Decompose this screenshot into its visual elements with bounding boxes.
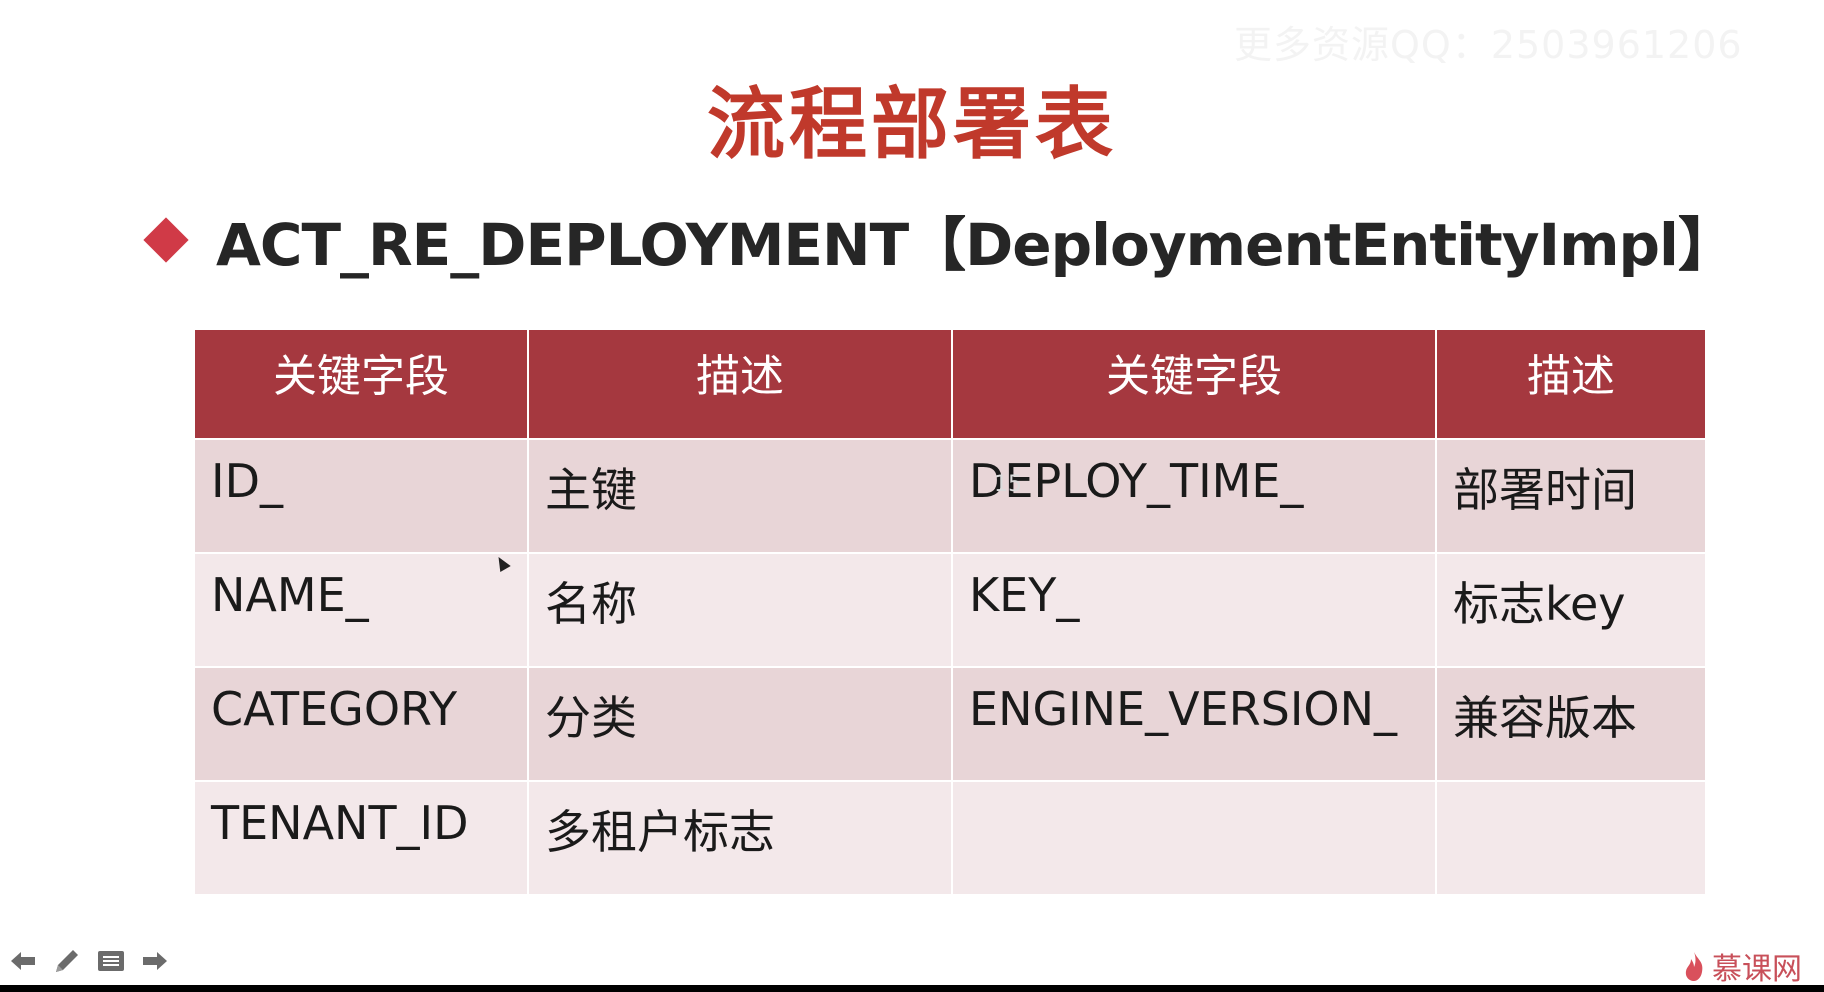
field-desc-cell: 标志key (1435, 552, 1707, 668)
field-name-cell: DEPLOY_TIME_ (951, 438, 1437, 554)
field-name-cell (951, 780, 1437, 896)
field-name-cell: NAME_ (193, 552, 529, 668)
menu-icon[interactable] (96, 946, 126, 976)
field-name-cell: ID_ (193, 438, 529, 554)
flame-icon (1685, 952, 1703, 981)
table-header-row: 关键字段 描述 关键字段 描述 (193, 328, 1707, 440)
header-description-2: 描述 (1435, 328, 1707, 440)
arrow-left-icon[interactable] (8, 946, 38, 976)
slide-title: 流程部署表 (706, 80, 1117, 170)
slide-canvas: 更多资源QQ：2503961206 流程部署表 ACT_RE_DEPLOYMEN… (0, 0, 1824, 992)
arrow-right-icon[interactable] (140, 946, 170, 976)
fields-table: 关键字段 描述 关键字段 描述 ID_ 主键 DEPLOY_TIME_ 部署时间… (193, 328, 1707, 896)
field-name-cell: CATEGORY (193, 666, 529, 782)
field-desc-cell: 名称 (527, 552, 953, 668)
page-number-ghost: 15 (994, 472, 1022, 497)
table-row: CATEGORY 分类 ENGINE_VERSION_ 兼容版本 (193, 666, 1707, 782)
field-desc-cell: 兼容版本 (1435, 666, 1707, 782)
field-name-cell: KEY_ (951, 552, 1437, 668)
field-desc-cell (1435, 780, 1707, 896)
table-row: ID_ 主键 DEPLOY_TIME_ 部署时间 (193, 438, 1707, 554)
pen-icon[interactable] (52, 946, 82, 976)
field-desc-cell: 分类 (527, 666, 953, 782)
slideshow-toolbar (8, 946, 170, 976)
table-name-heading: ACT_RE_DEPLOYMENT【DeploymentEntityImpl】 (216, 211, 1736, 279)
field-name-cell: TENANT_ID (193, 780, 529, 896)
table-row: TENANT_ID 多租户标志 (193, 780, 1707, 896)
header-key-field-2: 关键字段 (951, 328, 1437, 440)
bullet-heading: ACT_RE_DEPLOYMENT【DeploymentEntityImpl】 (143, 198, 1736, 282)
header-description-1: 描述 (527, 328, 953, 440)
diamond-bullet-icon (143, 217, 189, 263)
brand-name: 慕课网 (1712, 952, 1802, 987)
field-desc-cell: 主键 (527, 438, 953, 554)
field-desc-cell: 多租户标志 (527, 780, 953, 896)
bottom-bar (0, 985, 1824, 992)
brand-logo: 慕课网 (1682, 944, 1802, 988)
field-name-cell: ENGINE_VERSION_ (951, 666, 1437, 782)
header-key-field-1: 关键字段 (193, 328, 529, 440)
watermark-text: 更多资源QQ：2503961206 (1234, 23, 1743, 67)
table-row: NAME_ 名称 KEY_ 标志key (193, 552, 1707, 668)
field-desc-cell: 部署时间 (1435, 438, 1707, 554)
